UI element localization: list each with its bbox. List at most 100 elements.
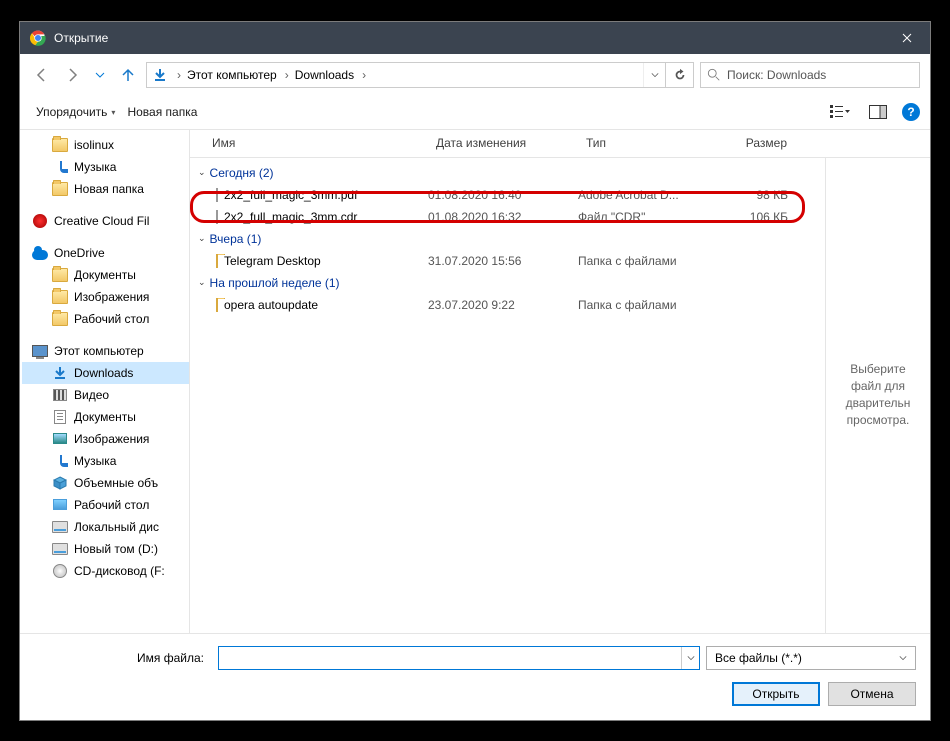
breadcrumb[interactable]: Downloads	[293, 68, 358, 82]
file-name: Telegram Desktop	[224, 254, 321, 268]
sidebar[interactable]: isolinux Музыка Новая папка Creative Cloud …	[20, 130, 190, 633]
history-dropdown[interactable]	[90, 63, 110, 87]
group-label: Вчера (1)	[210, 232, 262, 246]
filename-history-dropdown[interactable]	[681, 647, 699, 669]
address-dropdown[interactable]	[643, 63, 665, 87]
sidebar-item[interactable]: Музыка	[22, 450, 189, 472]
open-dialog: Открытие › Этот компьютер › Downloads › …	[19, 21, 931, 721]
sidebar-item[interactable]: isolinux	[22, 134, 189, 156]
file-type: Adobe Acrobat D...	[578, 188, 708, 202]
cancel-button[interactable]: Отмена	[828, 682, 916, 706]
sidebar-item-label: Новая папка	[74, 182, 144, 196]
up-button[interactable]	[116, 63, 140, 87]
sidebar-item[interactable]: Новый том (D:)	[22, 538, 189, 560]
organize-button[interactable]: Упорядочить ▾	[30, 101, 121, 123]
sidebar-item[interactable]: Новая папка	[22, 178, 189, 200]
close-button[interactable]	[884, 22, 930, 54]
column-date[interactable]: Дата изменения	[428, 136, 578, 150]
refresh-button[interactable]	[665, 63, 693, 87]
filename-label: Имя файла:	[34, 651, 212, 665]
chevron-right-icon: ›	[358, 68, 370, 82]
sidebar-item-label: Локальный дис	[74, 520, 159, 534]
sidebar-item[interactable]: Документы	[22, 264, 189, 286]
view-options-button[interactable]	[826, 100, 854, 124]
sidebar-item-label: Downloads	[74, 366, 133, 380]
sidebar-item[interactable]: OneDrive	[22, 242, 189, 264]
sidebar-item[interactable]: Creative Cloud Fil	[22, 210, 189, 232]
sidebar-item-label: Объемные объ	[74, 476, 158, 490]
sidebar-item[interactable]: Рабочий стол	[22, 494, 189, 516]
breadcrumb[interactable]: Этот компьютер	[185, 68, 281, 82]
chevron-down-icon: ⌄	[198, 167, 206, 178]
file-date: 01.08.2020 16:32	[428, 210, 578, 224]
sidebar-item[interactable]: Рабочий стол	[22, 308, 189, 330]
back-button[interactable]	[30, 63, 54, 87]
address-bar[interactable]: › Этот компьютер › Downloads ›	[146, 62, 694, 88]
file-row[interactable]: 2x2_full_magic_3mm.pdf 01.08.2020 16:40Ad…	[190, 184, 825, 206]
open-button[interactable]: Открыть	[732, 682, 820, 706]
preview-pane: Выберите файл для дварительн просмотра.	[825, 158, 930, 633]
sidebar-item[interactable]: CD-дисковод (F:	[22, 560, 189, 582]
sidebar-item[interactable]: Документы	[22, 406, 189, 428]
chrome-icon	[30, 30, 46, 46]
file-name: 2x2_full_magic_3mm.pdf	[224, 188, 357, 202]
downloads-icon	[147, 68, 173, 82]
file-date: 01.08.2020 16:40	[428, 188, 578, 202]
sidebar-item-label: Creative Cloud Fil	[54, 214, 149, 228]
sidebar-item-label: Рабочий стол	[74, 498, 149, 512]
sidebar-item[interactable]: Видео	[22, 384, 189, 406]
file-name: 2x2_full_magic_3mm.cdr	[224, 210, 357, 224]
bottom-panel: Имя файла: Все файлы (*.*) Открыть Отмен…	[20, 633, 930, 720]
new-folder-button[interactable]: Новая папка	[121, 101, 203, 123]
column-headers: Имя Дата изменения Тип Размер	[190, 130, 930, 158]
sidebar-item-label: Рабочий стол	[74, 312, 149, 326]
column-type[interactable]: Тип	[578, 136, 708, 150]
search-placeholder: Поиск: Downloads	[727, 68, 826, 82]
nav-bar: › Этот компьютер › Downloads › Поиск: Do…	[20, 54, 930, 96]
filename-input[interactable]	[218, 646, 700, 670]
file-type: Файл "CDR"	[578, 210, 708, 224]
sidebar-item-label: Видео	[74, 388, 109, 402]
sidebar-item[interactable]: Downloads	[22, 362, 189, 384]
file-type: Папка с файлами	[578, 298, 708, 312]
toolbar: Упорядочить ▾ Новая папка ?	[20, 96, 930, 130]
sidebar-item-label: isolinux	[74, 138, 114, 152]
forward-button[interactable]	[60, 63, 84, 87]
chevron-right-icon: ›	[281, 68, 293, 82]
sidebar-item[interactable]: Изображения	[22, 286, 189, 308]
sidebar-item-label: CD-дисковод (F:	[74, 564, 165, 578]
sidebar-item-label: Изображения	[74, 290, 149, 304]
search-input[interactable]: Поиск: Downloads	[700, 62, 920, 88]
chevron-down-icon: ▾	[111, 108, 115, 117]
sidebar-item[interactable]: Изображения	[22, 428, 189, 450]
column-size[interactable]: Размер	[708, 136, 800, 150]
sidebar-item-label: Новый том (D:)	[74, 542, 158, 556]
sidebar-item[interactable]: Этот компьютер	[22, 340, 189, 362]
sidebar-item[interactable]: Локальный дис	[22, 516, 189, 538]
preview-pane-button[interactable]	[864, 100, 892, 124]
group-label: Сегодня (2)	[210, 166, 274, 180]
help-button[interactable]: ?	[902, 103, 920, 121]
file-list[interactable]: ⌄ Сегодня (2) 2x2_full_magic_3mm.pdf 01.08…	[190, 158, 825, 633]
sidebar-item-label: Музыка	[74, 454, 116, 468]
file-date: 31.07.2020 15:56	[428, 254, 578, 268]
sidebar-item-label: Документы	[74, 410, 136, 424]
sidebar-item-label: OneDrive	[54, 246, 105, 260]
sidebar-item[interactable]: Объемные объ	[22, 472, 189, 494]
sidebar-item-label: Музыка	[74, 160, 116, 174]
titlebar: Открытие	[20, 22, 930, 54]
file-row[interactable]: 2x2_full_magic_3mm.cdr 01.08.2020 16:32Фа…	[190, 206, 825, 228]
chevron-down-icon: ⌄	[198, 233, 206, 244]
file-row[interactable]: Telegram Desktop31.07.2020 15:56Папка с …	[190, 250, 825, 272]
column-name[interactable]: Имя	[190, 136, 428, 150]
file-size: 106 КБ	[708, 210, 800, 224]
file-row[interactable]: opera autoupdate23.07.2020 9:22Папка с ф…	[190, 294, 825, 316]
group-header[interactable]: ⌄ Вчера (1)	[190, 228, 825, 250]
sidebar-item[interactable]: Музыка	[22, 156, 189, 178]
group-header[interactable]: ⌄ Сегодня (2)	[190, 162, 825, 184]
file-size: 98 КБ	[708, 188, 800, 202]
file-type-filter[interactable]: Все файлы (*.*)	[706, 646, 916, 670]
file-name: opera autoupdate	[224, 298, 318, 312]
group-label: На прошлой неделе (1)	[210, 276, 340, 290]
group-header[interactable]: ⌄ На прошлой неделе (1)	[190, 272, 825, 294]
